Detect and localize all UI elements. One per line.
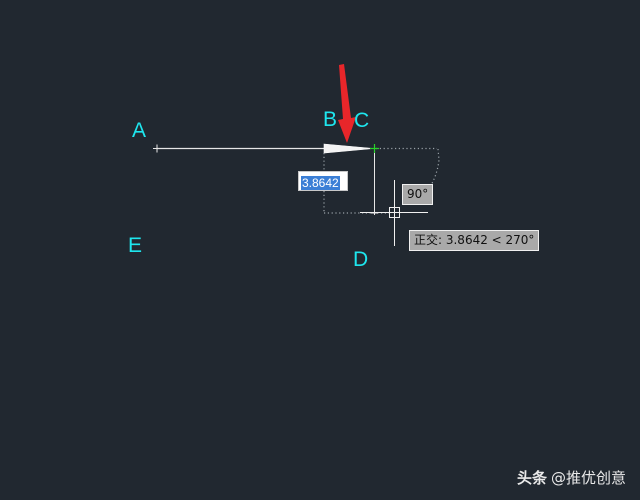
point-label-c: C <box>354 109 370 132</box>
watermark-handle: @推优创意 <box>550 469 626 487</box>
snap-marker-green <box>370 144 379 153</box>
point-label-a: A <box>132 119 147 142</box>
watermark-brand: 头条 <box>516 469 547 487</box>
angle-tooltip: 90° <box>402 184 434 205</box>
ortho-tooltip: 正交: 3.8642 < 270° <box>409 230 540 251</box>
cad-drawing-canvas[interactable]: A B C D E 3.8642 90° 正交: 3.8642 < 270° 头… <box>0 0 640 500</box>
point-label-b: B <box>323 108 338 131</box>
point-label-e: E <box>128 234 143 257</box>
dynamic-input-value[interactable]: 3.8642 <box>301 176 340 190</box>
dynamic-input-length[interactable]: 3.8642 <box>298 171 348 191</box>
start-point-marker <box>153 144 161 153</box>
drawing-geometry <box>153 64 440 246</box>
arrowhead-wedge[interactable] <box>323 143 375 154</box>
point-label-d: D <box>353 248 369 271</box>
watermark: 头条 @推优创意 <box>517 467 626 488</box>
